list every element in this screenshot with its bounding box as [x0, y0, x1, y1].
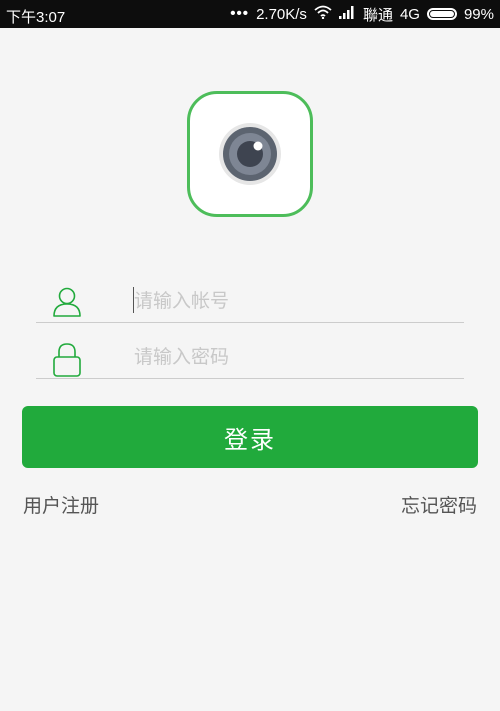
network-speed: 2.70K/s — [256, 5, 307, 23]
login-button-label: 登录 — [224, 425, 276, 454]
password-input[interactable] — [134, 344, 454, 370]
login-button[interactable]: 登录 — [22, 406, 478, 468]
username-row — [36, 279, 464, 323]
user-icon — [52, 286, 82, 322]
status-right-group: ••• 2.70K/s 聯通 4G 99% — [230, 0, 494, 28]
wifi-icon — [314, 5, 332, 23]
battery-percent: 99% — [463, 5, 494, 23]
password-row — [36, 335, 464, 379]
network-type: 4G — [399, 5, 420, 23]
app-logo — [187, 91, 313, 217]
battery-icon — [426, 8, 457, 20]
password-underline — [36, 378, 464, 379]
status-time: 下午3:07 — [6, 9, 66, 26]
lock-icon — [52, 342, 82, 382]
username-underline — [36, 322, 464, 323]
signal-icon — [338, 5, 356, 23]
username-input[interactable] — [134, 288, 454, 314]
camera-lens-icon — [219, 123, 281, 185]
forgot-password-link[interactable]: 忘记密码 — [401, 491, 477, 518]
more-dots: ••• — [230, 4, 250, 22]
register-link[interactable]: 用户注册 — [23, 491, 99, 518]
carrier-name: 聯通 — [362, 6, 393, 24]
status-bar: 下午3:07 ••• 2.70K/s 聯通 4G 99% — [0, 0, 500, 28]
